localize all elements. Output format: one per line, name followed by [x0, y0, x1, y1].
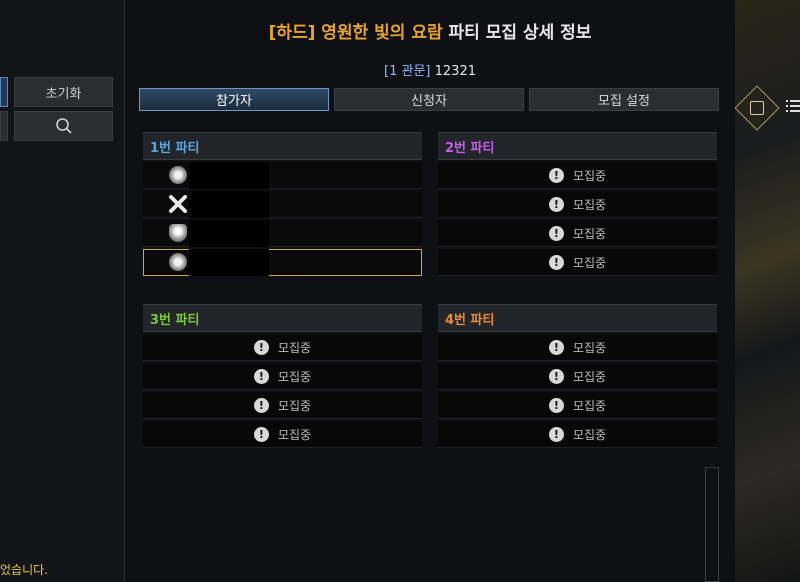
- recruit-status: 모집중: [277, 340, 312, 355]
- search-icon: [55, 118, 72, 134]
- left-edge-button[interactable]: [0, 111, 8, 141]
- party-code: 12321: [434, 64, 476, 79]
- party-header: 2번 파티: [438, 132, 717, 160]
- tab-label: 신청자: [411, 94, 447, 109]
- party-2: 2번 파티 ! 모집중 ! 모집중 ! 모집중 ! 모집중: [438, 132, 717, 276]
- name-redacted: [189, 191, 269, 218]
- exclamation-icon: !: [548, 196, 564, 212]
- name-redacted: [189, 249, 269, 276]
- tab-bar: 참가자 신청자 모집 설정: [139, 88, 719, 111]
- name-redacted: [189, 162, 269, 189]
- gate-label: [1 관문]: [384, 64, 431, 79]
- exclamation-icon: !: [548, 426, 564, 442]
- round-class-icon: [169, 253, 187, 271]
- party-title: 3번 파티: [150, 312, 200, 328]
- party-title: 2번 파티: [445, 140, 495, 156]
- list-menu-icon[interactable]: [786, 100, 800, 112]
- party-detail-window: [하드] 영원한 빛의 요람 파티 모집 상세 정보 [1 관문] 12321 …: [125, 0, 735, 582]
- exclamation-icon: !: [548, 339, 564, 355]
- party-title: 4번 파티: [445, 312, 495, 328]
- profile-icon: [750, 101, 764, 115]
- exclamation-icon: !: [548, 254, 564, 270]
- recruit-status: 모집중: [572, 427, 607, 442]
- recruit-slot[interactable]: ! 모집중: [438, 334, 717, 361]
- exclamation-icon: !: [253, 426, 269, 442]
- recruit-status: 모집중: [572, 340, 607, 355]
- reset-button-label: 초기화: [45, 86, 82, 102]
- party-member-slot[interactable]: [143, 220, 422, 247]
- party-member-slot-selected[interactable]: [143, 249, 422, 276]
- exclamation-icon: !: [548, 167, 564, 183]
- round-class-icon: [169, 166, 187, 184]
- recruit-slot[interactable]: ! 모집중: [143, 363, 422, 390]
- recruit-slot[interactable]: ! 모집중: [438, 162, 717, 189]
- recruit-slot[interactable]: ! 모집중: [143, 421, 422, 448]
- party-4: 4번 파티 ! 모집중 ! 모집중 ! 모집중 ! 모집중: [438, 304, 717, 448]
- party-member-slot[interactable]: [143, 191, 422, 218]
- exclamation-icon: !: [548, 225, 564, 241]
- crossed-blades-icon: [169, 195, 187, 213]
- recruit-status: 모집중: [572, 398, 607, 413]
- party-header: 3번 파티: [143, 304, 422, 332]
- recruit-status: 모집중: [572, 168, 607, 183]
- raid-name: [하드] 영원한 빛의 요람: [268, 23, 443, 43]
- exclamation-icon: !: [548, 368, 564, 384]
- party-header: 1번 파티: [143, 132, 422, 160]
- recruit-slot[interactable]: ! 모집중: [438, 421, 717, 448]
- tab-participants[interactable]: 참가자: [139, 88, 329, 111]
- tab-applicants[interactable]: 신청자: [334, 88, 524, 111]
- recruit-status: 모집중: [572, 226, 607, 241]
- window-title: [하드] 영원한 빛의 요람 파티 모집 상세 정보: [125, 18, 735, 43]
- recruit-slot[interactable]: ! 모집중: [438, 220, 717, 247]
- recruit-slot[interactable]: ! 모집중: [143, 392, 422, 419]
- party-member-slot[interactable]: [143, 162, 422, 189]
- recruit-slot[interactable]: ! 모집중: [438, 191, 717, 218]
- name-redacted: [189, 220, 269, 247]
- gate-info: [1 관문] 12321: [125, 60, 735, 79]
- recruit-status: 모집중: [572, 369, 607, 384]
- recruit-status: 모집중: [277, 369, 312, 384]
- notice-text: 었습니다.: [0, 563, 48, 577]
- exclamation-icon: !: [253, 368, 269, 384]
- recruit-status: 모집중: [277, 427, 312, 442]
- exclamation-icon: !: [253, 339, 269, 355]
- recruit-slot[interactable]: ! 모집중: [438, 249, 717, 276]
- party-3: 3번 파티 ! 모집중 ! 모집중 ! 모집중 ! 모집중: [143, 304, 422, 448]
- exclamation-icon: !: [548, 397, 564, 413]
- left-edge-tab[interactable]: [0, 77, 8, 107]
- right-background: [735, 0, 800, 582]
- recruit-status: 모집중: [277, 398, 312, 413]
- scrollbar[interactable]: [705, 467, 719, 582]
- recruit-slot[interactable]: ! 모집중: [143, 334, 422, 361]
- reset-button[interactable]: 초기화: [14, 77, 113, 107]
- recruit-status: 모집중: [572, 255, 607, 270]
- recruit-slot[interactable]: ! 모집중: [438, 363, 717, 390]
- title-text: 파티 모집 상세 정보: [448, 23, 592, 43]
- exclamation-icon: !: [253, 397, 269, 413]
- search-button[interactable]: [14, 111, 113, 141]
- tab-recruit-settings[interactable]: 모집 설정: [529, 88, 719, 111]
- party-header: 4번 파티: [438, 304, 717, 332]
- party-1: 1번 파티: [143, 132, 422, 276]
- tab-label: 모집 설정: [598, 94, 650, 109]
- crest-icon: [169, 224, 187, 242]
- tab-label: 참가자: [216, 94, 252, 109]
- party-title: 1번 파티: [150, 140, 200, 156]
- recruit-slot[interactable]: ! 모집중: [438, 392, 717, 419]
- recruit-status: 모집중: [572, 197, 607, 212]
